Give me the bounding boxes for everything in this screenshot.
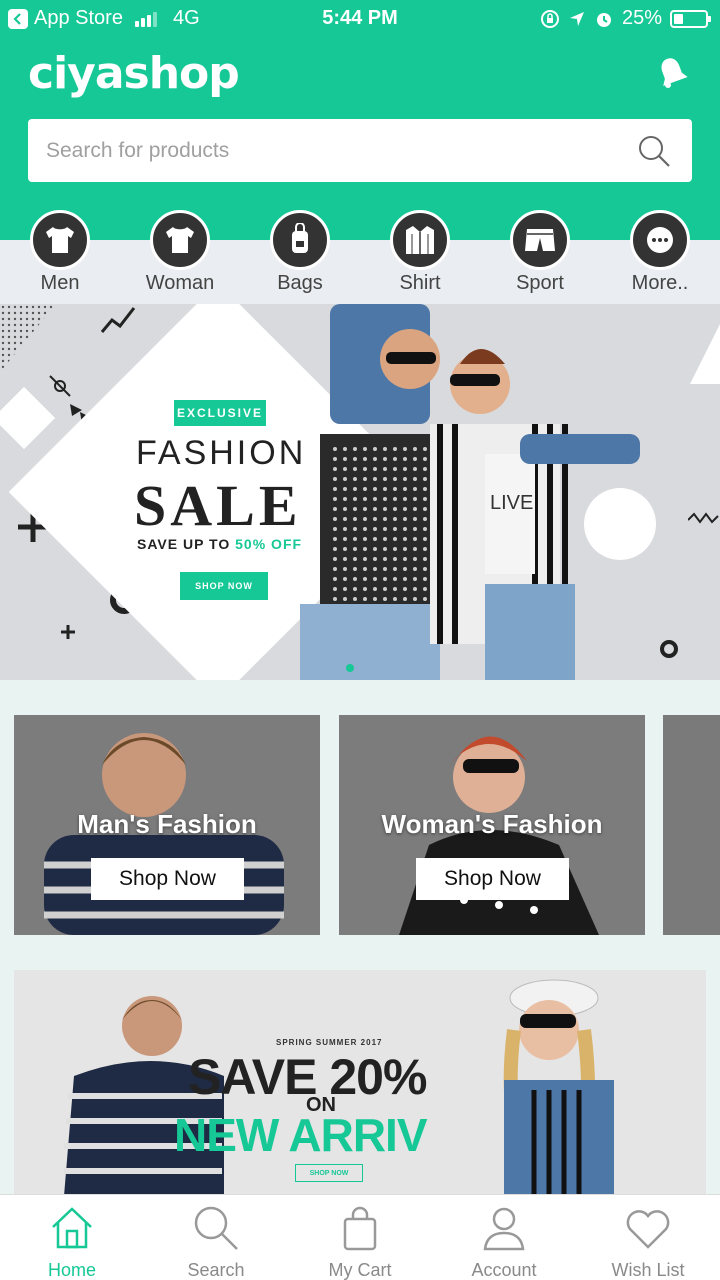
banner-title-line2: SALE [134,473,302,538]
nav-search[interactable]: Search [144,1195,288,1280]
category-woman[interactable]: Woman [120,210,240,295]
hero-banner[interactable]: LIVE EXCLUSIVE FASHION SALE SAVE UP TO 5… [0,304,720,680]
zigzag-decoration [100,307,136,333]
shorts-icon [510,210,570,270]
small-plus-decoration [61,625,75,639]
category-bags[interactable]: Bags [240,210,360,295]
category-bar: Men Woman Bags Shirt Sport More.. [0,210,720,304]
promo-banner[interactable]: SPRING SUMMER 2017 SAVE 20% ON NEW ARRIV… [14,970,706,1196]
nav-cart[interactable]: My Cart [288,1195,432,1280]
category-label: Sport [516,272,564,294]
bell-icon[interactable] [652,52,692,92]
alarm-icon [596,12,611,27]
app-header: App Store 4G 5:44 PM 25% ciyashop [0,0,720,240]
nav-label: Wish List [611,1260,685,1280]
category-label: More.. [631,272,689,294]
category-sport[interactable]: Sport [480,210,600,295]
white-diamond-decoration [0,386,56,450]
next-card-peek[interactable] [663,715,720,935]
category-shirt[interactable]: Shirt [360,210,480,295]
carousel-indicator[interactable] [346,664,354,672]
promo-subline: NEW ARRIV [174,1109,428,1161]
fashion-models-image: LIVE [300,304,656,680]
card-title: Man's Fashion [77,809,257,839]
nav-label: Account [471,1260,537,1280]
promo-shop-now-button[interactable]: SHOP NOW [295,1164,363,1182]
status-bar: App Store 4G 5:44 PM 25% [0,0,720,38]
search-input[interactable] [46,131,606,171]
banner-discount: 50% OFF [235,536,303,552]
mens-fashion-card[interactable]: Man's Fashion Shop Now [14,715,320,935]
battery-icon [670,9,711,28]
rotation-lock-icon [540,9,559,28]
shirt-icon [390,210,450,270]
account-icon [483,1207,525,1251]
more-dots-icon [630,210,690,270]
banner-title-line1: FASHION [136,434,307,472]
banner-subtitle: SAVE UP TO 50% OFF [137,536,302,552]
cart-icon [343,1206,377,1251]
shop-now-button[interactable]: Shop Now [91,858,244,900]
category-label: Men [40,272,80,294]
backpack-icon [270,210,330,270]
womens-fashion-card[interactable]: Woman's Fashion Shop Now [339,715,645,935]
exclusive-badge: EXCLUSIVE [174,400,266,426]
location-icon [569,11,584,26]
category-label: Bags [277,272,323,294]
svg-text:LIVE: LIVE [490,492,533,514]
status-right: 25% [540,7,711,30]
banner-shop-now-button[interactable]: SHOP NOW [180,572,268,600]
category-more[interactable]: More.. [600,210,720,295]
search-bar[interactable] [28,119,692,182]
app-logo: ciyashop [28,48,240,99]
shop-now-button[interactable]: Shop Now [416,858,569,900]
nav-home[interactable]: Home [0,1195,144,1280]
promo-season: SPRING SUMMER 2017 [276,1038,383,1047]
wave-decoration [688,512,719,524]
nav-label: Search [187,1260,245,1280]
banner-subtitle-prefix: SAVE UP TO [137,536,236,552]
home-icon [52,1207,92,1249]
tshirt-icon [150,210,210,270]
search-icon [194,1206,238,1250]
heart-icon [626,1210,670,1249]
category-label: Woman [145,272,215,294]
tshirt-icon [30,210,90,270]
battery-percent: 25% [621,7,662,29]
nav-label: Home [47,1260,96,1280]
dot-pattern-decoration [0,304,56,372]
category-men[interactable]: Men [0,210,120,295]
category-label: Shirt [399,272,441,294]
search-icon[interactable] [636,133,672,169]
bottom-navigation: Home Search My Cart Account Wish List [0,1194,720,1280]
ring-small-decoration [660,640,678,658]
card-title: Woman's Fashion [381,809,603,839]
nav-wishlist[interactable]: Wish List [576,1195,720,1280]
nav-account[interactable]: Account [432,1195,576,1280]
promo-woman-image [503,979,614,1196]
nav-label: My Cart [328,1260,392,1280]
white-triangle-decoration [690,324,720,384]
